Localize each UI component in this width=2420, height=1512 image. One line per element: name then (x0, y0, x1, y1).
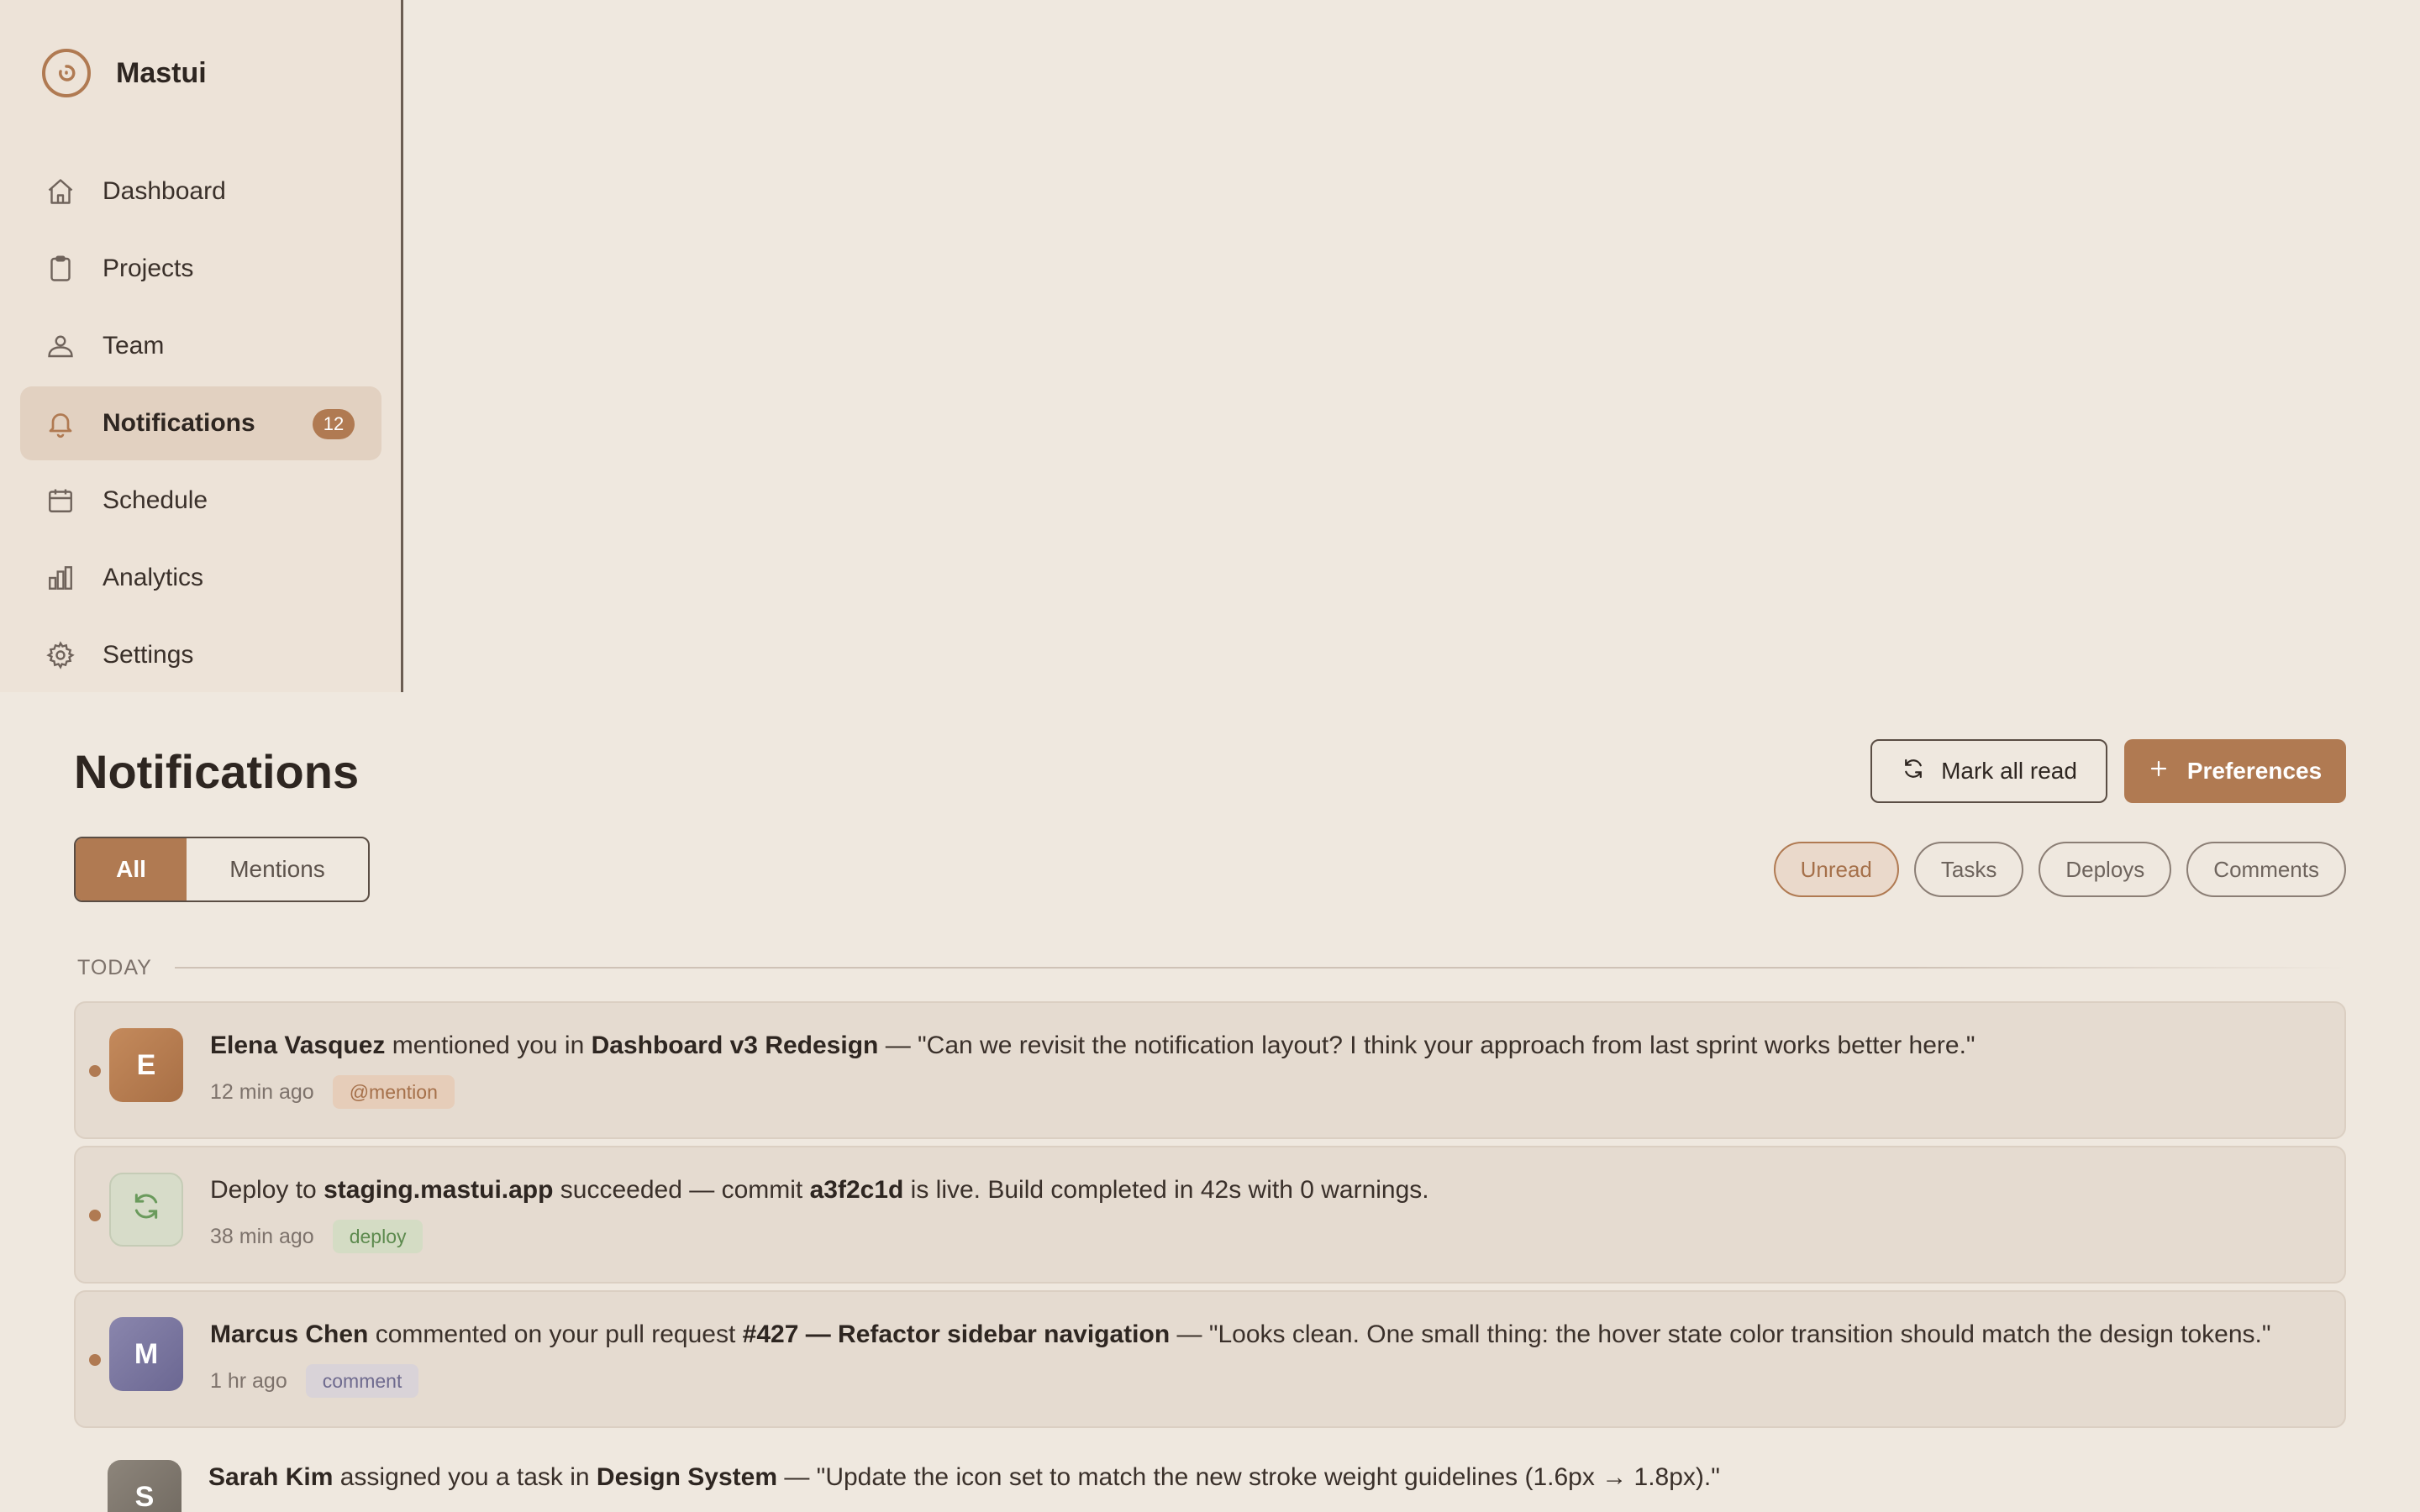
notification-text-part: assigned you a task in (333, 1463, 597, 1491)
sidebar-item-analytics[interactable]: Analytics (20, 541, 381, 615)
actor-name[interactable]: Sarah Kim (208, 1463, 333, 1491)
unread-dot (89, 1354, 101, 1366)
notification-target[interactable]: Design System (597, 1463, 777, 1491)
notification-tag: deploy (332, 1220, 424, 1253)
refresh-icon (129, 1189, 163, 1231)
notification-text: Elena Vasquez mentioned you in Dashboard… (210, 1032, 1975, 1060)
notification-meta: 1 hr ago comment (210, 1364, 419, 1398)
preferences-button[interactable]: Preferences (2124, 739, 2346, 803)
page-title: Notifications (74, 745, 360, 798)
unread-dot (89, 1210, 101, 1221)
refresh-icon (1901, 756, 1926, 787)
sidebar-item-label: Team (103, 332, 165, 360)
sidebar-nav: Dashboard Projects Team Notifications 12 (20, 155, 381, 696)
notification-meta: 38 min ago deploy (210, 1220, 424, 1253)
sidebar-item-team[interactable]: Team (20, 309, 381, 383)
segment-mentions[interactable]: Mentions (187, 838, 368, 900)
deploy-avatar (109, 1173, 183, 1247)
sidebar-item-notifications[interactable]: Notifications 12 (20, 386, 381, 460)
notification-text-part: mentioned you in (385, 1032, 592, 1059)
plus-icon (2149, 758, 2169, 785)
mark-all-read-label: Mark all read (1941, 758, 2077, 784)
gear-icon (45, 640, 76, 670)
notification-text: Sarah Kim assigned you a task in Design … (208, 1463, 1720, 1492)
app-name: Mastui (116, 56, 207, 89)
sidebar-item-label: Analytics (103, 564, 204, 591)
timestamp: 1 hr ago (210, 1368, 287, 1393)
timestamp: 12 min ago (210, 1079, 314, 1104)
filter-chip-comments[interactable]: Comments (2186, 842, 2346, 897)
people-icon (45, 331, 76, 361)
avatar: S (108, 1460, 182, 1512)
bell-icon (45, 408, 76, 438)
notification-tag: @mention (332, 1075, 455, 1109)
notification-text-part: is live. Build completed in 42s with 0 w… (903, 1176, 1429, 1204)
notification-quote: — "Looks clean. One small thing: the hov… (1170, 1320, 2271, 1348)
notification-text: Deploy to staging.mastui.app succeeded —… (210, 1176, 1429, 1205)
filter-chip-unread[interactable]: Unread (1773, 842, 1899, 897)
notification-item[interactable]: M Marcus Chen commented on your pull req… (74, 1290, 2346, 1428)
timestamp: 38 min ago (210, 1224, 314, 1248)
notification-text: Marcus Chen commented on your pull reque… (210, 1320, 2271, 1349)
clipboard-icon (45, 254, 76, 284)
notification-target[interactable]: Dashboard v3 Redesign (592, 1032, 879, 1059)
notification-item[interactable]: Deploy to staging.mastui.app succeeded —… (74, 1146, 2346, 1284)
actor-name[interactable]: Elena Vasquez (210, 1032, 385, 1059)
home-icon (45, 176, 76, 207)
notification-text-part: commented on your pull request (368, 1320, 743, 1348)
bar-chart-icon (45, 563, 76, 593)
sidebar-item-label: Notifications (103, 409, 255, 437)
notification-text-part: succeeded — commit (553, 1176, 810, 1204)
notification-item[interactable]: E Elena Vasquez mentioned you in Dashboa… (74, 1001, 2346, 1139)
view-segmented-control: All Mentions (74, 837, 370, 902)
avatar: E (109, 1028, 183, 1102)
notification-count-badge: 12 (313, 409, 355, 439)
brand[interactable]: Mastui (42, 49, 207, 97)
notification-tag: comment (305, 1364, 419, 1398)
filter-chips: Unread Tasks Deploys Comments (1773, 842, 2346, 897)
sidebar-item-schedule[interactable]: Schedule (20, 464, 381, 538)
section-label-today: TODAY (77, 956, 152, 979)
filter-chip-deploys[interactable]: Deploys (2039, 842, 2172, 897)
sidebar-item-label: Settings (103, 641, 194, 669)
notification-target[interactable]: #427 — Refactor sidebar navigation (743, 1320, 1171, 1348)
unread-dot (89, 1065, 101, 1077)
notification-target[interactable]: staging.mastui.app (324, 1176, 553, 1204)
filter-chip-tasks[interactable]: Tasks (1913, 842, 2024, 897)
logo-icon (42, 49, 91, 97)
calendar-icon (45, 486, 76, 516)
sidebar-item-label: Projects (103, 255, 194, 282)
segment-all[interactable]: All (76, 838, 187, 900)
sidebar-item-label: Dashboard (103, 177, 226, 205)
preferences-label: Preferences (2186, 758, 2323, 784)
sidebar-item-dashboard[interactable]: Dashboard (20, 155, 381, 228)
avatar: M (109, 1317, 183, 1391)
section-divider (175, 967, 2346, 969)
sidebar-item-settings[interactable]: Settings (20, 618, 381, 692)
notification-item[interactable]: S Sarah Kim assigned you a task in Desig… (74, 1435, 2346, 1512)
notification-quote: — "Can we revisit the notification layou… (878, 1032, 1975, 1059)
notification-quote: — "Update the icon set to match the new … (777, 1463, 1720, 1491)
commit-hash[interactable]: a3f2c1d (810, 1176, 904, 1204)
notification-text-part: Deploy to (210, 1176, 324, 1204)
actor-name[interactable]: Marcus Chen (210, 1320, 368, 1348)
mark-all-read-button[interactable]: Mark all read (1870, 739, 2107, 803)
sidebar-item-label: Schedule (103, 486, 208, 514)
sidebar: Mastui Dashboard Projects Team Notificat… (0, 0, 403, 692)
sidebar-item-projects[interactable]: Projects (20, 232, 381, 306)
notification-meta: 12 min ago @mention (210, 1075, 455, 1109)
